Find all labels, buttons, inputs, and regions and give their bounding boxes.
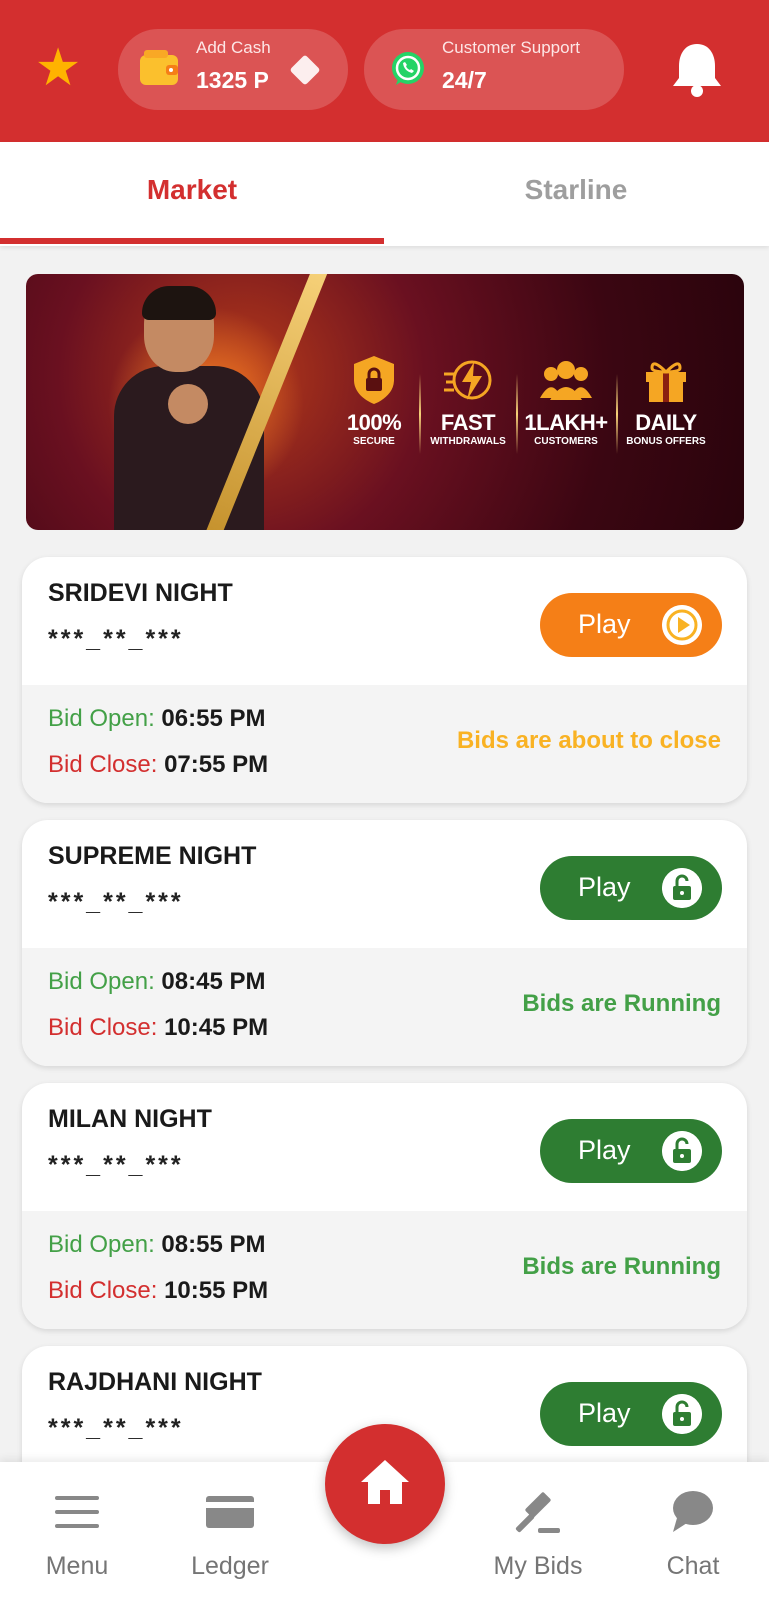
lightning-icon <box>444 360 492 400</box>
nav-ledger-label: Ledger <box>191 1552 269 1580</box>
shield-lock-icon <box>354 356 394 404</box>
bid-close-time: 10:45 PM <box>164 1014 269 1041</box>
market-result: ***_**_*** <box>48 888 184 916</box>
bid-open-time: 08:45 PM <box>161 968 266 995</box>
whatsapp-icon <box>392 52 424 85</box>
play-icon <box>662 605 702 645</box>
bid-close-time: 10:55 PM <box>164 1277 269 1304</box>
feature-subtitle: WITHDRAWALS <box>430 436 506 447</box>
bid-close-row: Bid Close: 07:55 PM <box>48 751 268 779</box>
play-label: Play <box>578 1135 631 1165</box>
add-cash-label: Add Cash <box>196 38 271 57</box>
banner-person-fist <box>168 384 208 424</box>
feature-title: DAILY <box>635 410 697 435</box>
market-card[interactable]: SUPREME NIGHT ***_**_*** Play Bid Open: … <box>22 820 747 1066</box>
market-name: RAJDHANI NIGHT <box>48 1368 262 1396</box>
bid-open-label: Bid Open: <box>48 1231 155 1258</box>
home-icon <box>361 1460 409 1504</box>
nav-menu-label: Menu <box>45 1552 109 1580</box>
feature-secure: 100% SECURE <box>324 354 424 447</box>
feature-title: 1LAKH+ <box>524 410 608 435</box>
feature-bonus: DAILY BONUS OFFERS <box>616 354 716 447</box>
bid-close-label: Bid Close: <box>48 751 158 778</box>
active-tab-indicator <box>0 238 384 244</box>
feature-subtitle: SECURE <box>353 436 395 447</box>
market-result: ***_**_*** <box>48 1151 184 1179</box>
market-name: MILAN NIGHT <box>48 1105 212 1133</box>
bid-open-row: Bid Open: 08:45 PM <box>48 968 265 996</box>
feature-subtitle: BONUS OFFERS <box>626 436 706 447</box>
market-card[interactable]: MILAN NIGHT ***_**_*** Play Bid Open: 08… <box>22 1083 747 1329</box>
tab-starline[interactable]: Starline <box>384 142 768 242</box>
market-name: SRIDEVI NIGHT <box>48 579 233 607</box>
play-button[interactable]: Play <box>540 1382 722 1446</box>
unlock-icon <box>662 868 702 908</box>
nav-menu[interactable]: Menu <box>17 1488 137 1581</box>
bid-status: Bids are Running <box>522 990 721 1017</box>
play-label: Play <box>578 872 631 902</box>
banner-person-hair <box>142 286 216 320</box>
bid-close-time: 07:55 PM <box>164 751 269 778</box>
users-icon <box>540 361 592 400</box>
market-result: ***_**_*** <box>48 1414 184 1442</box>
chat-bubble-icon <box>673 1491 713 1532</box>
menu-icon <box>55 1496 99 1528</box>
diamond-icon <box>289 54 321 86</box>
feature-title: 100% <box>346 410 402 435</box>
gavel-icon <box>515 1492 560 1533</box>
nav-chat[interactable]: Chat <box>633 1488 753 1581</box>
bid-times: Bid Open: 08:55 PM Bid Close: 10:55 PM B… <box>22 1211 747 1329</box>
bid-close-row: Bid Close: 10:45 PM <box>48 1014 268 1042</box>
nav-my-bids-label: My Bids <box>493 1552 583 1580</box>
feature-customers: 1LAKH+ CUSTOMERS <box>516 354 616 447</box>
support-hours: 24/7 <box>442 67 487 93</box>
bid-status: Bids are about to close <box>456 727 721 754</box>
unlock-icon <box>662 1394 702 1434</box>
play-button[interactable]: Play <box>540 1119 722 1183</box>
home-button[interactable] <box>325 1424 445 1544</box>
wallet-balance: 1325 P <box>196 67 269 93</box>
bid-open-time: 08:55 PM <box>161 1231 266 1258</box>
bid-open-label: Bid Open: <box>48 968 155 995</box>
bid-times: Bid Open: 06:55 PM Bid Close: 07:55 PM B… <box>22 685 747 803</box>
promo-banner[interactable]: 100% SECURE FAST WITHDRAWALS 1LAKH+ CUST… <box>26 274 744 530</box>
market-name: SUPREME NIGHT <box>48 842 257 870</box>
app-header: ★ Add Cash 1325 P Customer Support 24/7 <box>0 0 769 142</box>
nav-ledger[interactable]: Ledger <box>170 1488 290 1581</box>
nav-my-bids[interactable]: My Bids <box>478 1488 598 1581</box>
play-label: Play <box>578 1398 631 1428</box>
support-label: Customer Support <box>442 38 580 57</box>
customer-support-button[interactable]: Customer Support 24/7 <box>364 29 624 110</box>
bid-status: Bids are Running <box>522 1253 721 1280</box>
ledger-card-icon <box>206 1496 254 1528</box>
unlock-icon <box>662 1131 702 1171</box>
play-button[interactable]: Play <box>540 593 722 657</box>
play-button[interactable]: Play <box>540 856 722 920</box>
feature-fast: FAST WITHDRAWALS <box>418 354 518 447</box>
market-card[interactable]: SRIDEVI NIGHT ***_**_*** Play Bid Open: … <box>22 557 747 803</box>
bid-open-time: 06:55 PM <box>161 705 266 732</box>
play-label: Play <box>578 609 631 639</box>
feature-title: FAST <box>440 410 496 435</box>
market-tabs: Market Starline <box>0 142 769 246</box>
market-result: ***_**_*** <box>48 625 184 653</box>
tab-market[interactable]: Market <box>0 142 384 242</box>
add-cash-button[interactable]: Add Cash 1325 P <box>118 29 348 110</box>
bid-open-row: Bid Open: 06:55 PM <box>48 705 265 733</box>
nav-chat-label: Chat <box>666 1552 720 1580</box>
star-icon[interactable]: ★ <box>34 42 82 94</box>
bid-close-row: Bid Close: 10:55 PM <box>48 1277 268 1305</box>
feature-subtitle: CUSTOMERS <box>534 436 598 447</box>
bid-times: Bid Open: 08:45 PM Bid Close: 10:45 PM B… <box>22 948 747 1066</box>
gift-icon <box>646 362 686 402</box>
bid-open-label: Bid Open: <box>48 705 155 732</box>
bid-close-label: Bid Close: <box>48 1014 158 1041</box>
wallet-icon <box>140 50 178 85</box>
bid-close-label: Bid Close: <box>48 1277 158 1304</box>
bid-open-row: Bid Open: 08:55 PM <box>48 1231 265 1259</box>
bell-icon[interactable] <box>670 40 724 98</box>
